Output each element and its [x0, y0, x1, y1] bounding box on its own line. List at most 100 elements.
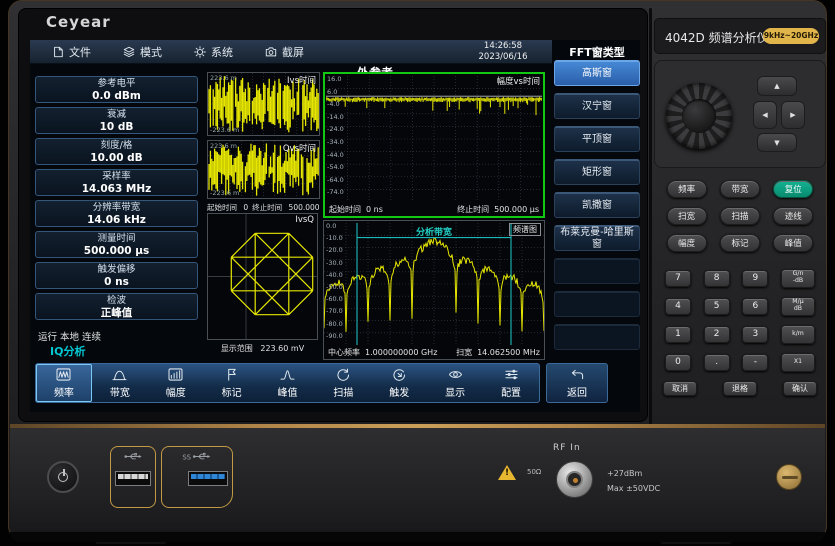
- keypad-key-2[interactable]: 2: [704, 326, 730, 343]
- softkey-凯撒窗[interactable]: 凯撒窗: [554, 192, 640, 218]
- keypad-key-3[interactable]: 3: [742, 326, 768, 343]
- keypad-key-5[interactable]: 5: [704, 298, 730, 315]
- menu-item-3[interactable]: 系统: [194, 44, 233, 60]
- softkey-column: 高斯窗汉宁窗平顶窗矩形窗凯撒窗布莱克曼-哈里斯窗: [554, 60, 640, 357]
- toolbar-item-配置[interactable]: 配置: [483, 364, 539, 402]
- bottom-shadow: [10, 532, 825, 542]
- arrow-down-button[interactable]: ▼: [757, 133, 797, 152]
- power-button[interactable]: [47, 461, 79, 493]
- panel-key-扫描[interactable]: 扫描: [720, 207, 760, 225]
- softkey-矩形窗[interactable]: 矩形窗: [554, 159, 640, 185]
- keypad-key-8[interactable]: 8: [704, 270, 730, 287]
- spectrum-plot[interactable]: 0.0-10.0-20.0-30.0-40.0-50.0-60.0-70.0-8…: [323, 220, 545, 360]
- keypad-key-确认[interactable]: 确认: [783, 381, 817, 396]
- param-label: 刻度/格: [36, 139, 197, 152]
- keypad-key-取消[interactable]: 取消: [663, 381, 697, 396]
- center-freq-label: 中心频率: [328, 348, 360, 357]
- keypad-key-M/µ-dB[interactable]: M/µ dB: [781, 297, 815, 316]
- function-keys: 频率带宽复位扫宽扫描迹线幅度标记峰值: [654, 174, 826, 258]
- date-label: 2023/06/16: [458, 52, 548, 63]
- keypad-key-X1[interactable]: X1: [781, 353, 815, 372]
- toolbar-item-幅度[interactable]: 幅度: [148, 364, 204, 402]
- bandwidth-icon: [112, 368, 127, 382]
- panel-key-频率[interactable]: 频率: [667, 180, 707, 198]
- keypad-key-1[interactable]: 1: [665, 326, 691, 343]
- sidebar-param-3[interactable]: 刻度/格10.00 dB: [35, 138, 198, 165]
- toolbar-item-显示[interactable]: 显示: [427, 364, 483, 402]
- menu-item-4[interactable]: 截屏: [265, 44, 304, 60]
- panel-key-扫宽[interactable]: 扫宽: [667, 207, 707, 225]
- amplitude-vs-time-plot[interactable]: 16.06.0-4.0-14.0-24.0-34.0-44.0-54.0-64.…: [323, 72, 545, 218]
- arrow-left-button[interactable]: ◀: [753, 101, 777, 129]
- sidebar-param-2[interactable]: 衰减10 dB: [35, 107, 198, 134]
- menu-items: 文件 模式 系统 截屏: [52, 44, 304, 60]
- instrument-photo: Ceyear 文件模式系统截屏 14:26:58 2023/06/16 FFT窗…: [0, 0, 835, 546]
- softkey-布莱克曼-哈里斯窗[interactable]: 布莱克曼-哈里斯窗: [554, 225, 640, 251]
- usb2-socket: [115, 471, 151, 486]
- softkey-menu-title: FFT窗类型: [554, 44, 640, 60]
- keypad-key-退格[interactable]: 退格: [723, 381, 757, 396]
- sidebar-param-7[interactable]: 触发偏移0 ns: [35, 262, 198, 289]
- keypad-key-G/n--dB[interactable]: G/n -dB: [781, 269, 815, 288]
- keypad-key-.[interactable]: .: [704, 354, 730, 371]
- arrow-right-button[interactable]: ▶: [781, 101, 805, 129]
- keypad-key-7[interactable]: 7: [665, 270, 691, 287]
- toolbar-item-触发[interactable]: 触发: [371, 364, 427, 402]
- softkey-汉宁窗[interactable]: 汉宁窗: [554, 93, 640, 119]
- keypad-key--[interactable]: -: [742, 354, 768, 371]
- sidebar-param-1[interactable]: 参考电平0.0 dBm: [35, 76, 198, 103]
- panel-key-迹线[interactable]: 迹线: [773, 207, 813, 225]
- softkey-empty-7[interactable]: [554, 258, 640, 284]
- panel-key-复位[interactable]: 复位: [773, 180, 813, 198]
- toolbar-item-扫描[interactable]: 扫描: [315, 364, 371, 402]
- menu-item-1[interactable]: 文件: [52, 44, 91, 60]
- softkey-平顶窗[interactable]: 平顶窗: [554, 126, 640, 152]
- menu-item-label: 截屏: [282, 44, 304, 60]
- display-range-row: 显示范围 223.60 mV: [207, 343, 318, 354]
- panel-key-峰值[interactable]: 峰值: [773, 234, 813, 252]
- menu-item-2[interactable]: 模式: [123, 44, 162, 60]
- frequency-icon: [56, 368, 71, 382]
- softkey-empty-8[interactable]: [554, 291, 640, 317]
- sidebar-param-5[interactable]: 分辨率带宽14.06 kHz: [35, 200, 198, 227]
- softkey-高斯窗[interactable]: 高斯窗: [554, 60, 640, 86]
- file-icon: [52, 46, 64, 58]
- back-icon: [570, 368, 585, 382]
- keypad-key-k/m[interactable]: k/m: [781, 325, 815, 344]
- ground-screw-slot: [782, 476, 798, 479]
- sidebar-param-4[interactable]: 采样率14.063 MHz: [35, 169, 198, 196]
- panel-key-幅度[interactable]: 幅度: [667, 234, 707, 252]
- toolbar-item-标记[interactable]: 标记: [204, 364, 260, 402]
- panel-key-标记[interactable]: 标记: [720, 234, 760, 252]
- param-value: 正峰值: [36, 307, 197, 320]
- param-label: 衰减: [36, 108, 197, 121]
- param-value: 10 dB: [36, 121, 197, 134]
- keypad-key-6[interactable]: 6: [742, 298, 768, 315]
- numeric-keypad: 789 G/n -dB 456 M/µ dB 123 k/m 0.-X1: [654, 262, 826, 378]
- spectrogram-tag: 频谱图: [509, 223, 541, 236]
- toolbar-label: 带宽: [110, 384, 130, 399]
- sidebar-param-8[interactable]: 检波正峰值: [35, 293, 198, 320]
- i-vs-time-plot[interactable]: 223.6 m -223.6 m Ivs时间: [207, 72, 320, 136]
- toolbar-item-峰值[interactable]: 峰值: [260, 364, 316, 402]
- rotary-knob[interactable]: [666, 83, 732, 149]
- arrow-up-button[interactable]: ▲: [757, 76, 797, 96]
- param-label: 采样率: [36, 170, 197, 183]
- param-value: 14.063 MHz: [36, 183, 197, 196]
- keypad-key-4[interactable]: 4: [665, 298, 691, 315]
- back-button[interactable]: 返回: [546, 363, 608, 403]
- clock: 14:26:58 2023/06/16: [458, 41, 548, 63]
- keypad-key-0[interactable]: 0: [665, 354, 691, 371]
- constellation-plot[interactable]: IvsQ: [207, 213, 318, 340]
- sidebar-param-6[interactable]: 测量时间500.000 μs: [35, 231, 198, 258]
- toolbar-item-带宽[interactable]: 带宽: [92, 364, 148, 402]
- q-vs-time-plot[interactable]: 223.6 m -223.6 m Qvs时间: [207, 140, 320, 199]
- keypad-key-9[interactable]: 9: [742, 270, 768, 287]
- panel-key-带宽[interactable]: 带宽: [720, 180, 760, 198]
- model-label: 4042D 频谱分析仪: [665, 29, 769, 46]
- softkey-empty-9[interactable]: [554, 324, 640, 350]
- toolbar-item-频率[interactable]: 频率: [36, 364, 92, 402]
- marker-flag-icon: [224, 368, 239, 382]
- toolbar-label: 配置: [501, 384, 521, 399]
- amp-stop-value: 500.000 μs: [494, 205, 539, 214]
